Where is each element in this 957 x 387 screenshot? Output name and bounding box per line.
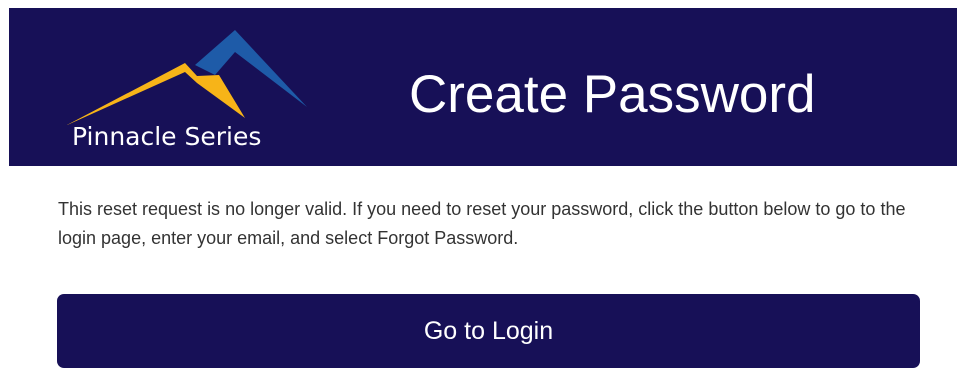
go-to-login-button[interactable]: Go to Login: [57, 294, 920, 368]
header-banner: Pinnacle Series Create Password: [9, 8, 957, 166]
reset-invalid-message: This reset request is no longer valid. I…: [58, 199, 906, 248]
go-to-login-label: Go to Login: [423, 316, 554, 345]
mountain-logo-icon: [66, 30, 307, 125]
page-title: Create Password: [409, 65, 816, 124]
pinnacle-series-logo: Pinnacle Series: [57, 30, 307, 162]
logo-text: Pinnacle Series: [72, 122, 262, 151]
